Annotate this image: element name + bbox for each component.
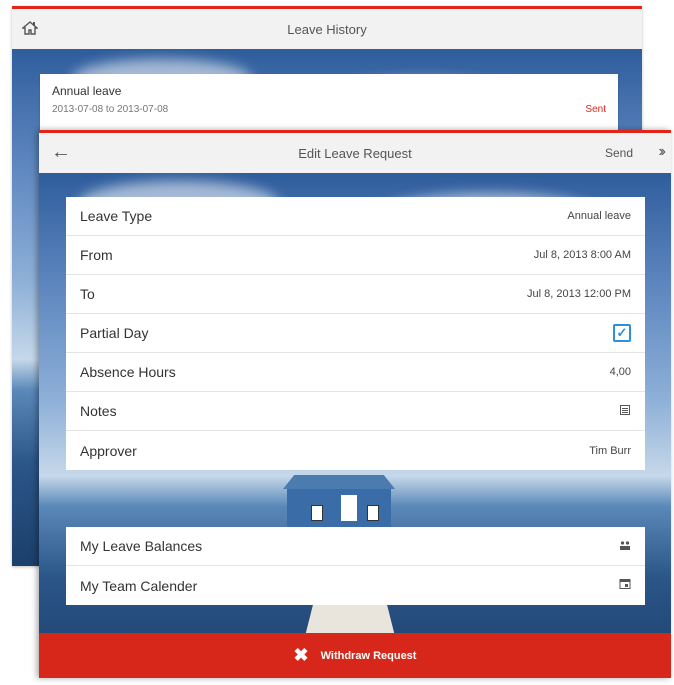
withdraw-label: Withdraw Request: [320, 649, 417, 662]
leave-request-form: Leave Type Annual leave From Jul 8, 2013…: [66, 197, 645, 470]
my-team-calender-row[interactable]: My Team Calender: [66, 566, 645, 605]
send-button[interactable]: Send: [605, 146, 633, 160]
from-value: Jul 8, 2013 8:00 AM: [533, 249, 631, 261]
balances-icon: [619, 539, 631, 554]
send-chevron-icon[interactable]: ››: [658, 143, 665, 161]
notes-row[interactable]: Notes: [66, 392, 645, 431]
approver-value: Tim Burr: [589, 444, 631, 457]
field-label: Notes: [80, 403, 117, 419]
boathouse-image: [283, 475, 395, 535]
partial-day-checkbox[interactable]: ✓: [613, 324, 631, 342]
field-label: Leave Type: [80, 208, 153, 224]
link-label: My Team Calender: [80, 577, 198, 594]
my-leave-balances-row[interactable]: My Leave Balances: [66, 527, 645, 566]
field-label: Partial Day: [80, 325, 149, 341]
field-label: Absence Hours: [80, 364, 176, 380]
calendar-icon: [619, 578, 631, 593]
edit-leave-request-panel: ← Edit Leave Request Send ›› Leave Type …: [39, 130, 671, 678]
page-title: Edit Leave Request: [298, 145, 412, 161]
leave-type-label: Annual leave: [52, 84, 122, 98]
field-label: To: [80, 286, 95, 302]
approver-row[interactable]: Approver Tim Burr: [66, 431, 645, 470]
to-value: Jul 8, 2013 12:00 PM: [527, 288, 631, 300]
from-row[interactable]: From Jul 8, 2013 8:00 AM: [66, 236, 645, 275]
edit-request-header: ← Edit Leave Request Send ››: [39, 133, 671, 174]
leave-type-value: Annual leave: [567, 210, 631, 222]
notes-icon: [619, 404, 631, 419]
leave-dates: 2013-07-08 to 2013-07-08: [52, 104, 169, 115]
leave-history-header: Leave History: [12, 9, 642, 50]
field-label: Approver: [80, 442, 137, 459]
partial-day-row: Partial Day ✓: [66, 314, 645, 353]
leave-history-item[interactable]: Annual leave 2013-07-08 to 2013-07-08 Se…: [40, 74, 618, 130]
withdraw-request-button[interactable]: ✖ Withdraw Request: [39, 633, 671, 678]
link-label: My Leave Balances: [80, 538, 203, 554]
status-badge: Sent: [585, 104, 606, 115]
leave-type-row[interactable]: Leave Type Annual leave: [66, 197, 645, 236]
page-title: Leave History: [287, 21, 367, 37]
to-row[interactable]: To Jul 8, 2013 12:00 PM: [66, 275, 645, 314]
absence-hours-value: 4,00: [609, 366, 631, 378]
field-label: From: [80, 247, 113, 263]
close-icon: ✖: [293, 645, 309, 665]
absence-hours-row[interactable]: Absence Hours 4,00: [66, 353, 645, 392]
quick-links: My Leave Balances My Team Calender: [66, 527, 645, 605]
